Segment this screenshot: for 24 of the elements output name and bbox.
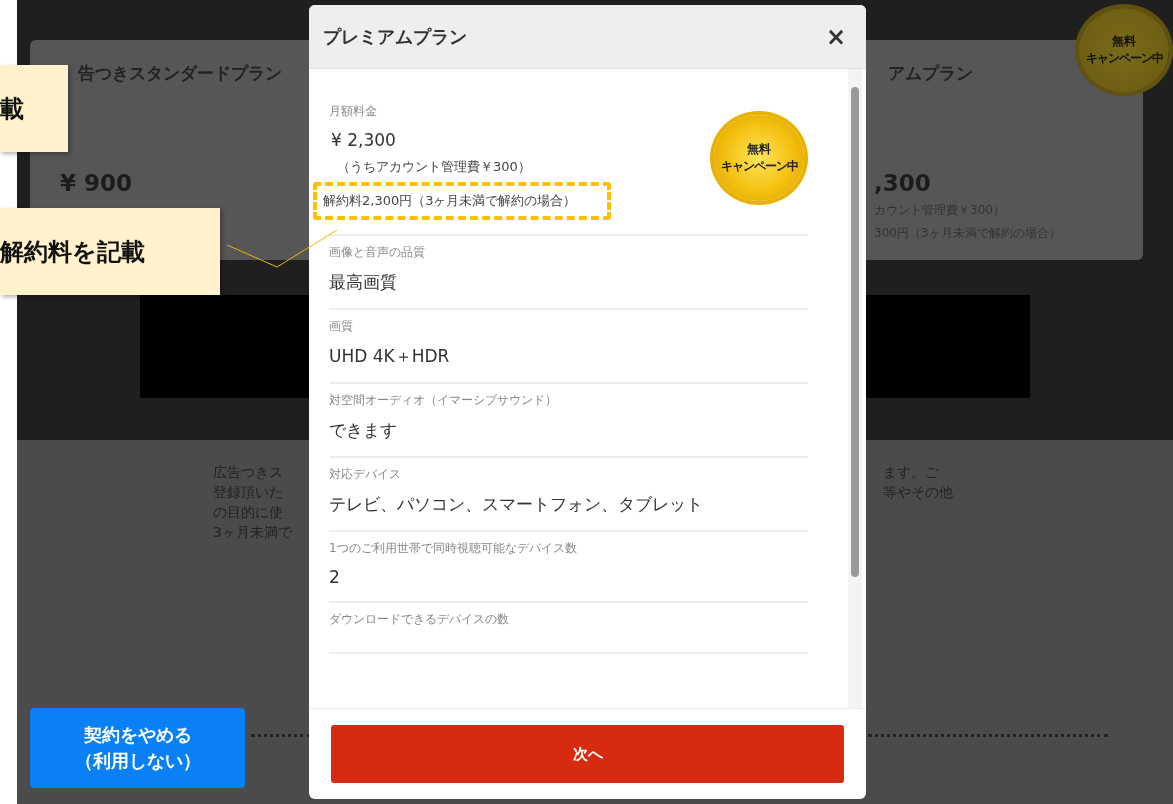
plan-price: ¥ 900 [60,170,134,196]
spec-label: 画像と音声の品質 [329,244,425,261]
spec-label: 対応デバイス [329,466,401,483]
spec-label: 1つのご利用世帯で同時視聴可能なデバイス数 [329,540,577,557]
spec-value: テレビ、パソコン、スマートフォン、タブレット [329,493,703,516]
cancel-button[interactable]: 契約をやめる （利用しない） [30,708,245,788]
spec-value: できます [329,419,397,442]
spec-value: UHD 4K＋HDR [329,345,450,368]
spec-label: 画質 [329,318,353,335]
callout-note: 解約料を記載 [0,208,220,295]
spec-note: （うちアカウント管理費￥300） [336,158,531,176]
spec-value: ¥ 2,300 [331,130,396,150]
highlighted-note: 解約料2,300円（3ヶ月未満で解約の場合） [313,182,611,220]
spec-label: ダウンロードできるデバイスの数 [329,611,509,628]
spec-label: 月額料金 [329,103,377,120]
dialog-title: プレミアムプラン [323,24,467,49]
plan-price: ,300 [874,170,932,196]
spec-label: 対空間オーディオ（イマーシブサウンド） [329,392,557,409]
scrollbar[interactable] [848,69,862,708]
spec-value: 2 [329,567,340,587]
close-button[interactable]: × [825,22,846,51]
spec-value: 最高画質 [329,271,397,294]
callout-note: 載 [0,65,68,152]
next-button[interactable]: 次へ [331,725,844,783]
